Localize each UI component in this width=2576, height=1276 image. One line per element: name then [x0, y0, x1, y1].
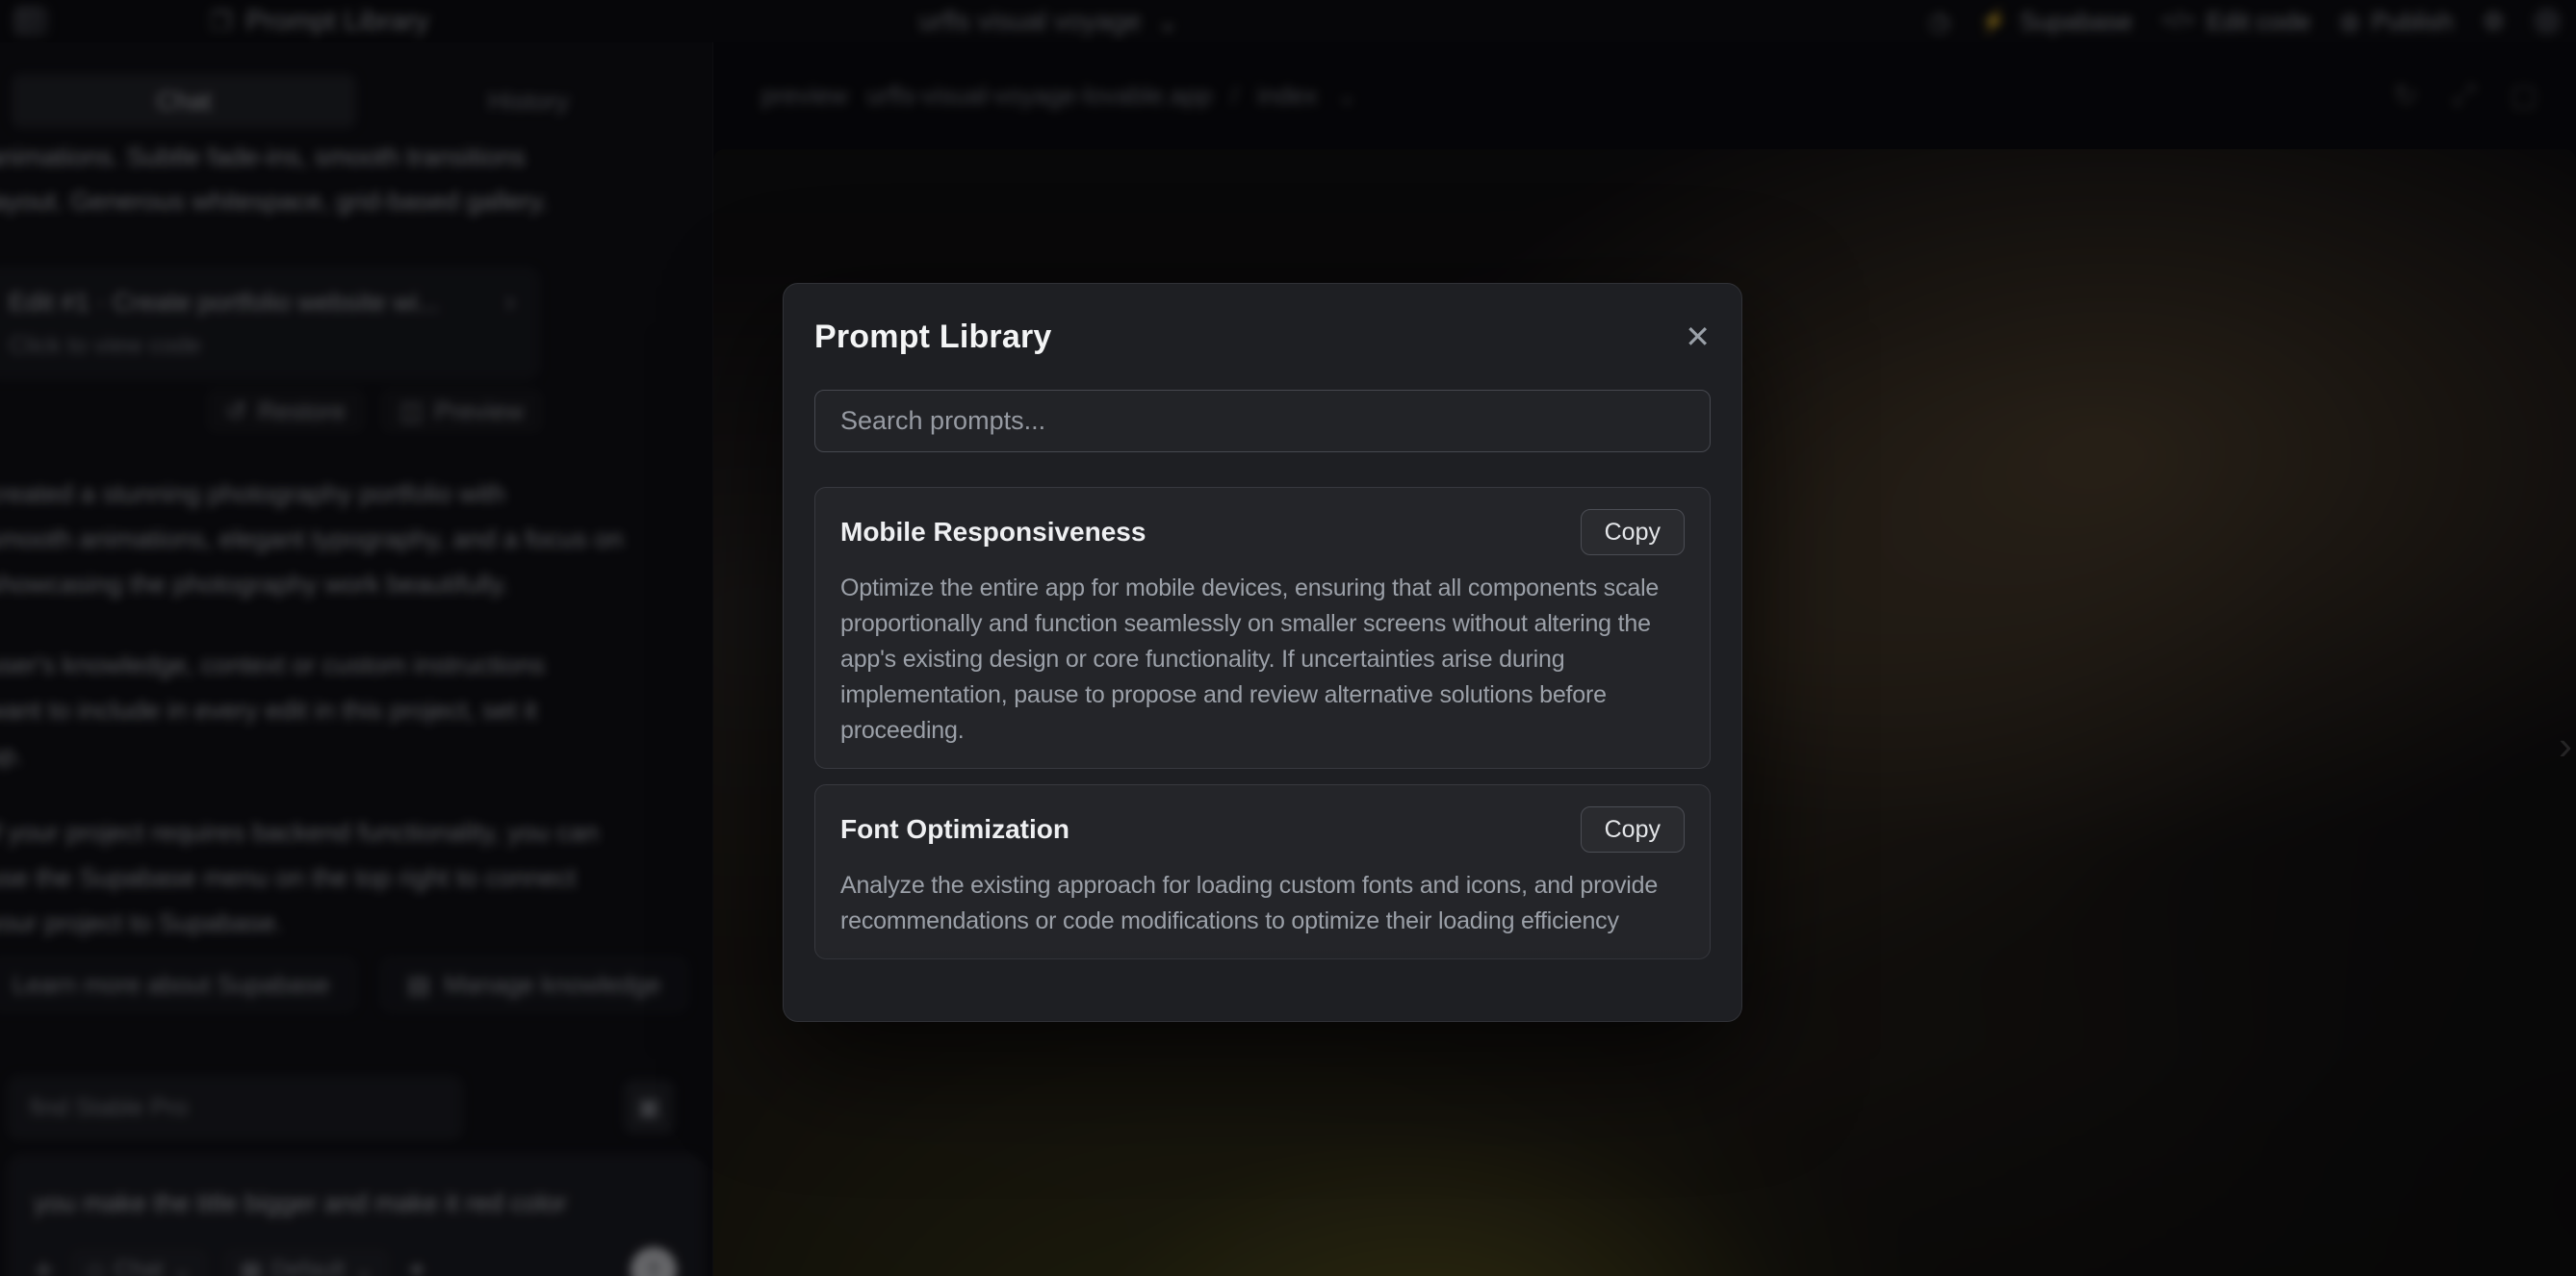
prompt-title: Font Optimization: [840, 814, 1069, 845]
prompt-title: Mobile Responsiveness: [840, 517, 1146, 548]
copy-button[interactable]: Copy: [1581, 509, 1685, 555]
prompt-description: Analyze the existing approach for loadin…: [840, 868, 1685, 939]
close-icon[interactable]: ✕: [1685, 321, 1711, 352]
copy-button[interactable]: Copy: [1581, 806, 1685, 853]
prompt-library-modal: Prompt Library ✕ Mobile Responsiveness C…: [783, 283, 1742, 1022]
prompt-search-input[interactable]: [838, 405, 1687, 437]
prompt-description: Optimize the entire app for mobile devic…: [840, 571, 1685, 749]
prompt-list: Mobile Responsiveness Copy Optimize the …: [814, 487, 1711, 972]
screen: ❐ Prompt Library urfls visual voyage ⌄ ◷…: [0, 0, 2576, 1276]
modal-title: Prompt Library: [814, 319, 1052, 356]
prompt-search-box: [814, 390, 1711, 452]
prompt-card-mobile-responsiveness: Mobile Responsiveness Copy Optimize the …: [814, 487, 1711, 769]
prompt-card-font-optimization: Font Optimization Copy Analyze the exist…: [814, 784, 1711, 959]
